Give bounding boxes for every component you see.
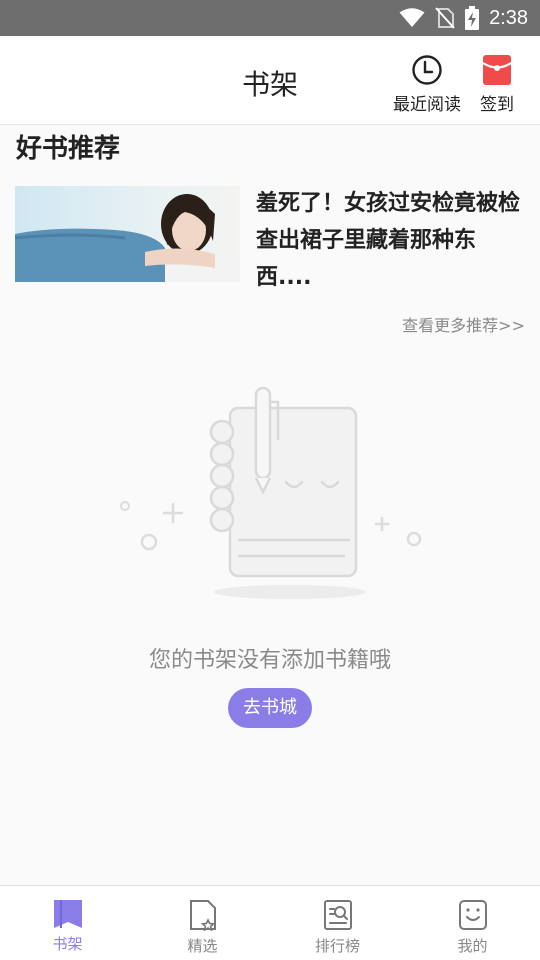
nav-item-featured[interactable]: 精选 bbox=[135, 886, 270, 960]
nav-item-profile[interactable]: 我的 bbox=[405, 886, 540, 960]
battery-charging-icon bbox=[465, 6, 480, 30]
bottom-nav: 书架 精选 排行榜 我的 bbox=[0, 885, 540, 960]
empty-shelf-message: 您的书架没有添加书籍哦 bbox=[148, 648, 391, 673]
wifi-icon bbox=[399, 8, 425, 27]
recent-reading-button[interactable]: 最近阅读 bbox=[393, 54, 461, 115]
empty-bookshelf-illustration bbox=[120, 386, 422, 599]
nav-label: 我的 bbox=[457, 937, 488, 955]
nav-label: 精选 bbox=[187, 937, 218, 955]
status-bar: 2:38 bbox=[0, 0, 540, 36]
sign-in-button[interactable]: 签到 bbox=[480, 54, 514, 115]
recommended-book-title: 羞死了！女孩过安检竟被检查出裙子里藏着那种东西.... bbox=[256, 191, 521, 290]
bookshelf-icon bbox=[53, 900, 82, 928]
no-sim-icon bbox=[435, 7, 455, 29]
more-recommendations-link[interactable]: 查看更多推荐>> bbox=[402, 312, 525, 336]
ranking-icon bbox=[323, 900, 352, 930]
clock-icon bbox=[412, 55, 442, 85]
book-cover-image bbox=[15, 186, 240, 282]
app-header: 书架 最近阅读 签到 bbox=[0, 36, 540, 125]
nav-item-bookshelf[interactable]: 书架 bbox=[0, 886, 135, 960]
recent-reading-label: 最近阅读 bbox=[393, 95, 461, 115]
go-to-bookstore-button[interactable]: 去书城 bbox=[228, 688, 312, 728]
nav-item-ranking[interactable]: 排行榜 bbox=[270, 886, 405, 960]
recommended-book-card[interactable]: 羞死了！女孩过安检竟被检查出裙子里藏着那种东西.... bbox=[15, 185, 527, 295]
featured-icon bbox=[189, 900, 216, 931]
sign-in-label: 签到 bbox=[480, 95, 514, 115]
nav-label: 书架 bbox=[52, 935, 83, 953]
red-envelope-icon bbox=[482, 55, 512, 85]
status-icons: 2:38 bbox=[399, 0, 528, 36]
nav-label: 排行榜 bbox=[314, 937, 360, 955]
recommend-section-title: 好书推荐 bbox=[16, 134, 121, 164]
profile-icon bbox=[458, 900, 487, 930]
status-time: 2:38 bbox=[489, 6, 528, 29]
